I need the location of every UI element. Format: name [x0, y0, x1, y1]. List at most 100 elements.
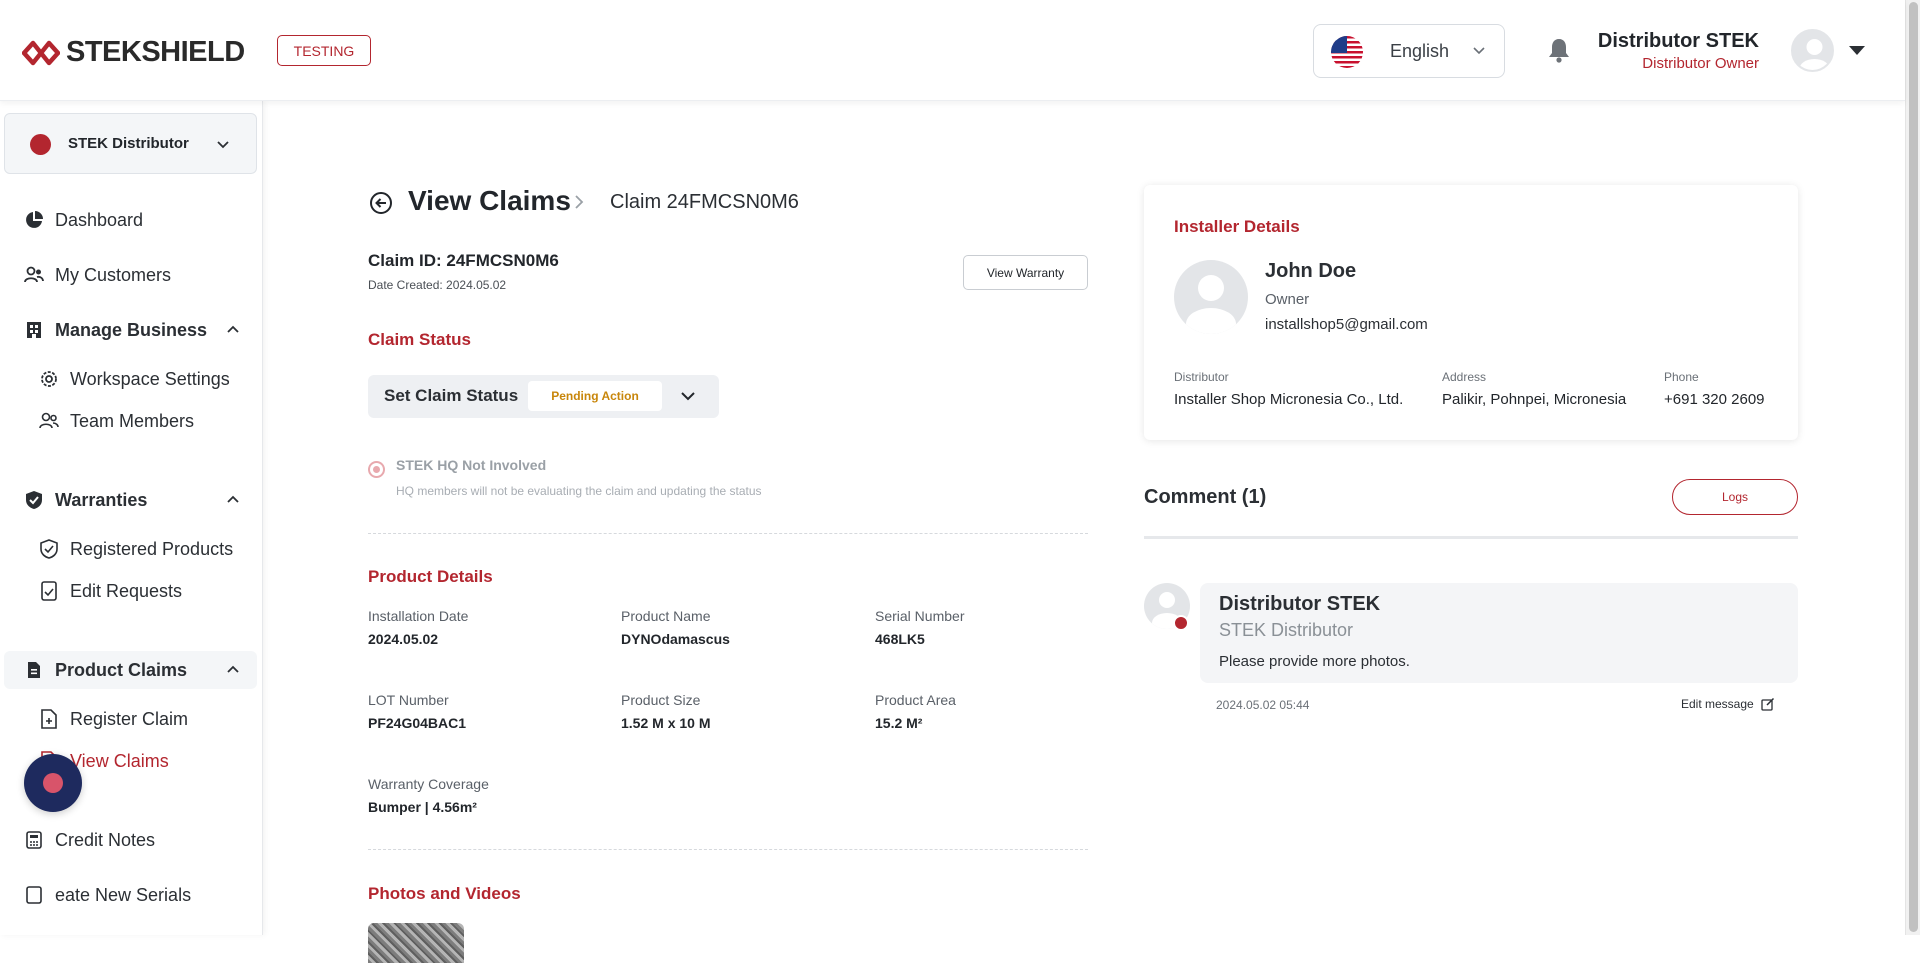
edit-icon: [1761, 697, 1774, 711]
installation-date-value: 2024.05.02: [368, 631, 439, 647]
comment-text: Please provide more photos.: [1219, 653, 1410, 670]
distributor-value: Installer Shop Micronesia Co., Ltd.: [1174, 391, 1404, 408]
sidebar-item-register-claim[interactable]: Register Claim: [0, 700, 257, 738]
stekshield-logo[interactable]: STEKSHIELD: [22, 36, 245, 69]
sidebar-item-manage-business[interactable]: Manage Business: [0, 311, 257, 349]
phone-label: Phone: [1664, 370, 1699, 384]
user-name: Distributor STEK: [1597, 30, 1759, 52]
installer-details-heading: Installer Details: [1174, 217, 1300, 236]
comment-bubble: Distributor STEK STEK Distributor Please…: [1200, 583, 1798, 683]
sidebar-item-edit-requests[interactable]: Edit Requests: [0, 572, 257, 610]
shield-check-icon: [24, 490, 44, 510]
brand-name: STEKSHIELD: [66, 36, 245, 68]
claim-status-heading: Claim Status: [368, 330, 471, 349]
document-icon: [24, 660, 44, 680]
chevron-up-icon: [227, 665, 239, 673]
date-created: Date Created: 2024.05.02: [368, 278, 507, 292]
status-badge: Pending Action: [528, 381, 662, 411]
organization-label: STEK Distributor: [68, 135, 189, 152]
user-menu-caret-icon[interactable]: [1848, 44, 1866, 56]
sidebar-item-label: View Claims: [70, 750, 169, 771]
pie-chart-icon: [24, 210, 44, 230]
product-size-label: Product Size: [621, 692, 701, 708]
hq-not-involved-radio[interactable]: [368, 461, 385, 478]
back-arrow-icon[interactable]: [369, 191, 393, 215]
comment-organization: STEK Distributor: [1219, 620, 1354, 640]
comments-heading: Comment (1): [1144, 486, 1267, 508]
distributor-label: Distributor: [1174, 370, 1229, 384]
language-label: English: [1390, 41, 1450, 61]
product-name-value: DYNOdamascus: [621, 631, 730, 647]
sidebar-item-registered-products[interactable]: Registered Products: [0, 530, 257, 568]
scrollbar-thumb[interactable]: [1909, 2, 1918, 932]
sidebar-item-label: Workspace Settings: [70, 368, 230, 389]
claim-status-selector[interactable]: Set Claim Status Pending Action: [368, 375, 719, 418]
user-role: Distributor Owner: [1642, 55, 1759, 72]
logo-mark-icon: [22, 40, 60, 65]
address-label: Address: [1442, 370, 1487, 384]
chat-launcher-icon: [43, 773, 63, 793]
sidebar-item-label: Product Claims: [55, 659, 188, 680]
product-details-heading: Product Details: [368, 567, 493, 586]
building-icon: [24, 320, 44, 340]
language-selector[interactable]: English: [1313, 24, 1505, 78]
chevron-down-icon: [681, 392, 695, 401]
sidebar-item-label: Edit Requests: [70, 580, 183, 601]
view-warranty-button[interactable]: View Warranty: [963, 255, 1088, 290]
top-bar: STEKSHIELD TESTING English Distributor S…: [0, 0, 1905, 101]
lot-number-label: LOT Number: [368, 692, 449, 708]
organization-badge-icon: [1173, 615, 1189, 631]
hq-option-label: STEK HQ Not Involved: [396, 457, 547, 473]
sidebar-item-label: Team Members: [70, 410, 195, 431]
page-title[interactable]: View Claims: [408, 185, 571, 217]
document-edit-icon: [39, 581, 59, 601]
photos-videos-heading: Photos and Videos: [368, 884, 521, 903]
installation-date-label: Installation Date: [368, 608, 469, 624]
sidebar-item-label: Warranties: [55, 489, 148, 510]
team-icon: [39, 411, 59, 431]
edit-message-label: Edit message: [1681, 697, 1754, 711]
installer-role: Owner: [1265, 291, 1310, 308]
page-scrollbar[interactable]: [1905, 0, 1920, 935]
logs-button[interactable]: Logs: [1672, 479, 1798, 515]
chevron-up-icon: [227, 495, 239, 503]
sidebar-item-label: Dashboard: [55, 209, 144, 230]
divider: [368, 533, 1088, 534]
organization-selector[interactable]: STEK Distributor: [4, 113, 257, 174]
installer-email: installshop5@gmail.com: [1265, 316, 1428, 333]
phone-value: +691 320 2609: [1664, 391, 1765, 408]
divider: [368, 849, 1088, 850]
sidebar-item-create-new-serials[interactable]: eate New Serials: [0, 876, 257, 914]
users-icon: [24, 265, 44, 285]
lot-number-value: PF24G04BAC1: [368, 715, 467, 731]
environment-badge: TESTING: [277, 35, 371, 66]
shield-outline-icon: [39, 539, 59, 559]
sidebar-item-label: Manage Business: [55, 319, 208, 340]
organization-logo-icon: [30, 134, 51, 155]
comment-timestamp: 2024.05.02 05:44: [1216, 698, 1310, 712]
serial-number-label: Serial Number: [875, 608, 965, 624]
product-area-value: 15.2 M²: [875, 715, 923, 731]
sidebar: STEK Distributor Dashboard My Customers …: [0, 101, 263, 935]
sidebar-item-workspace-settings[interactable]: Workspace Settings: [0, 360, 257, 398]
sidebar-item-label: Register Claim: [70, 708, 189, 729]
main-content: View Claims Claim 24FMCSN0M6 Claim ID: 2…: [264, 101, 1905, 963]
sidebar-item-product-claims[interactable]: Product Claims: [4, 651, 257, 689]
chat-launcher-button[interactable]: [24, 754, 82, 812]
sidebar-item-credit-notes[interactable]: Credit Notes: [0, 821, 257, 859]
document-plus-icon: [39, 709, 59, 729]
edit-message-button[interactable]: Edit message: [1681, 697, 1775, 711]
chevron-down-icon: [1473, 47, 1485, 55]
notification-bell-icon[interactable]: [1547, 37, 1571, 63]
sidebar-item-warranties[interactable]: Warranties: [0, 481, 257, 519]
gear-icon: [39, 369, 59, 389]
sidebar-item-team-members[interactable]: Team Members: [0, 402, 257, 440]
sidebar-item-dashboard[interactable]: Dashboard: [0, 201, 257, 239]
sidebar-item-label: eate New Serials: [55, 884, 192, 905]
installer-details-card: Installer Details John Doe Owner install…: [1144, 185, 1798, 440]
user-avatar[interactable]: [1791, 29, 1834, 72]
breadcrumb-current: Claim 24FMCSN0M6: [610, 191, 799, 213]
warranty-coverage-value: Bumper | 4.56m²: [368, 799, 477, 815]
photo-thumbnail[interactable]: [368, 923, 464, 963]
sidebar-item-my-customers[interactable]: My Customers: [0, 256, 257, 294]
